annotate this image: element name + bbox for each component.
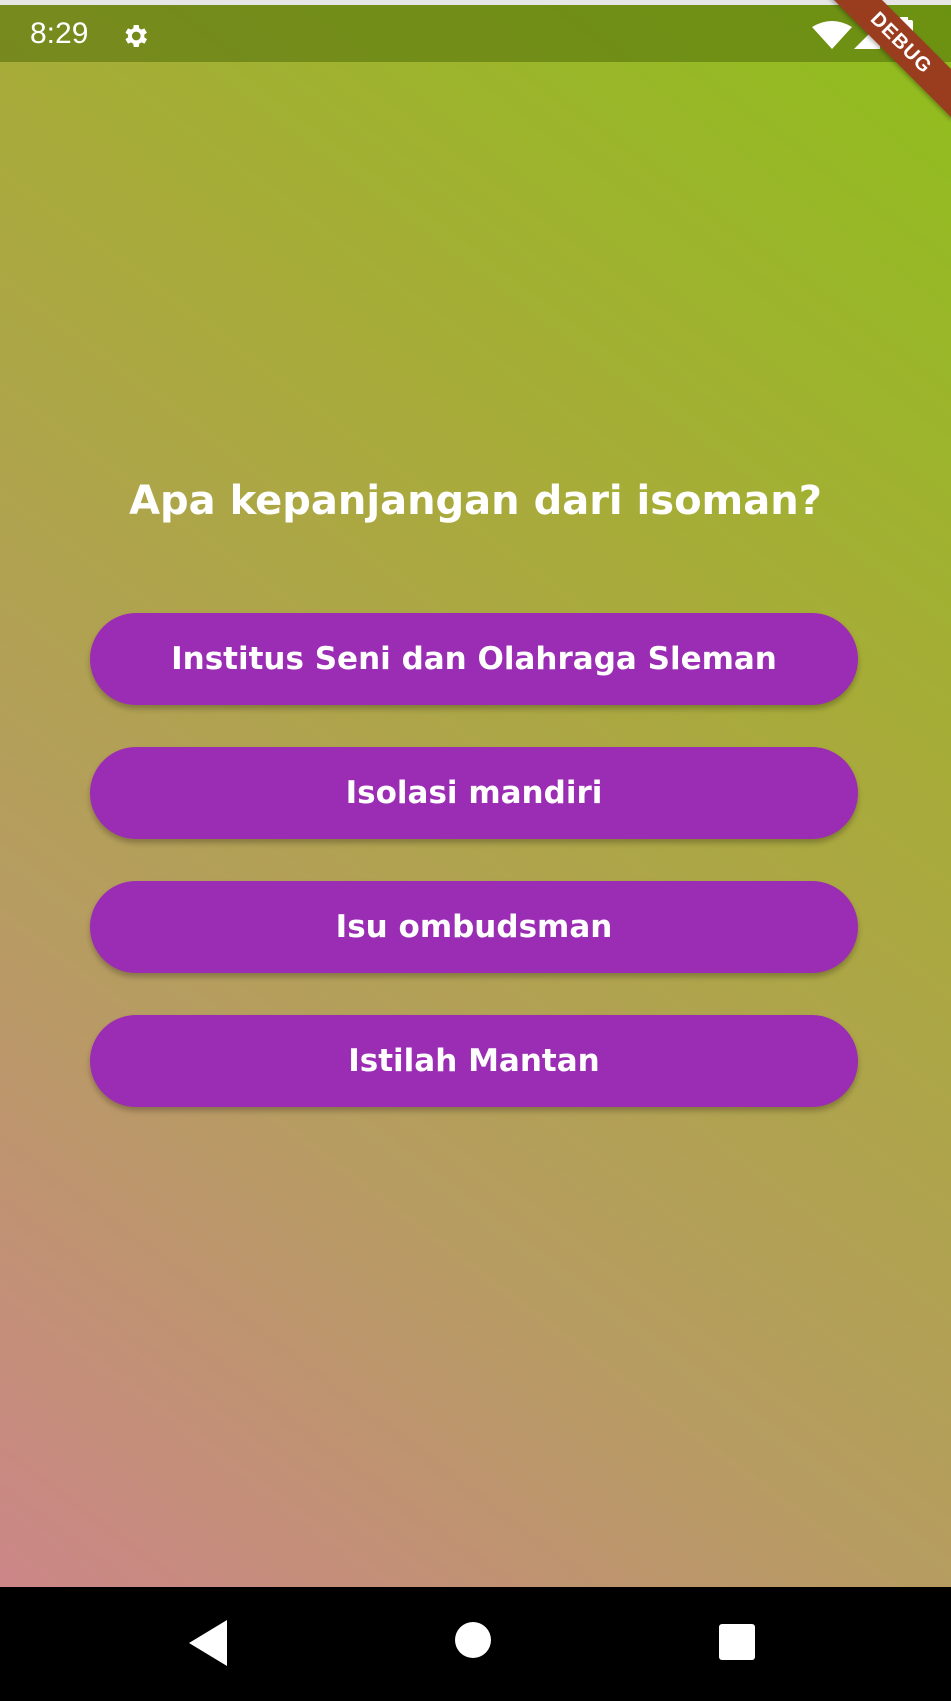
wifi-icon bbox=[812, 21, 852, 49]
recents-icon[interactable] bbox=[719, 1624, 755, 1660]
answer-button-4[interactable]: Istilah Mantan bbox=[90, 1015, 858, 1107]
gear-icon bbox=[125, 25, 147, 47]
home-icon[interactable] bbox=[455, 1622, 491, 1658]
back-icon[interactable] bbox=[189, 1620, 229, 1666]
answer-list: Institus Seni dan Olahraga Sleman Isolas… bbox=[90, 613, 858, 1149]
answer-button-3[interactable]: Isu ombudsman bbox=[90, 881, 858, 973]
question-text: Apa kepanjangan dari isoman? bbox=[129, 478, 822, 524]
app-screen: 8:29 DEBUG Apa kepanjangan dari isoman? … bbox=[0, 0, 951, 1587]
answer-button-2[interactable]: Isolasi mandiri bbox=[90, 747, 858, 839]
status-time: 8:29 bbox=[30, 17, 89, 50]
answer-button-1[interactable]: Institus Seni dan Olahraga Sleman bbox=[90, 613, 858, 705]
status-bar: 8:29 bbox=[0, 0, 951, 62]
